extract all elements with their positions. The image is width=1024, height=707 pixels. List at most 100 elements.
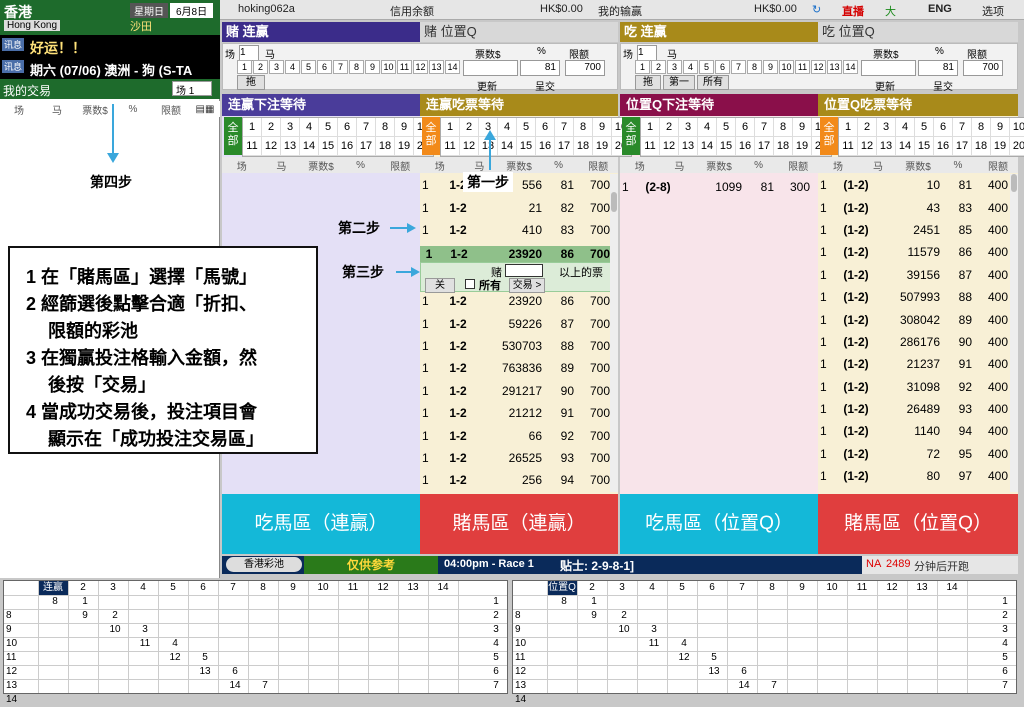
- horse-number-cell[interactable]: 5: [319, 118, 338, 137]
- horse-number-cell[interactable]: 6: [536, 118, 555, 137]
- matrix-cell[interactable]: 9: [579, 609, 609, 623]
- refresh-icon[interactable]: ↻: [812, 3, 821, 16]
- horse-number-cell[interactable]: 2: [460, 118, 479, 137]
- matrix-cell[interactable]: 6: [220, 665, 250, 679]
- horse-number-button[interactable]: 1: [635, 60, 650, 74]
- matrix-cell[interactable]: 5: [190, 651, 220, 665]
- venue[interactable]: 沙田: [130, 18, 152, 34]
- horse-number-cell[interactable]: 19: [395, 137, 414, 156]
- selected-row[interactable]: 1 1-2 23920 86 700: [420, 246, 618, 262]
- horse-number-cell[interactable]: 5: [717, 118, 736, 137]
- matrix-cell[interactable]: 1: [70, 595, 100, 609]
- list-row[interactable]: 1 (1-2) 11579 86 400: [820, 241, 1010, 263]
- bet-place-zone-button[interactable]: 賭馬區（位置Q）: [818, 494, 1018, 554]
- horse-number-cell[interactable]: 6: [736, 118, 755, 137]
- horse-number-cell[interactable]: 9: [593, 118, 612, 137]
- list-row[interactable]: 1 1-2 59226 87 700: [422, 312, 610, 334]
- list-row[interactable]: 1 (1-2) 31098 92 400: [820, 376, 1010, 398]
- matrix-cell[interactable]: 14: [729, 679, 759, 693]
- matrix-cell[interactable]: 12: [669, 651, 699, 665]
- horse-number-cell[interactable]: 2: [262, 118, 281, 137]
- horse-number-button[interactable]: 8: [747, 60, 762, 74]
- horse-number-cell[interactable]: 12: [660, 137, 679, 156]
- horse-number-button[interactable]: 11: [397, 60, 412, 74]
- horse-number-cell[interactable]: 6: [934, 118, 953, 137]
- tab-eat-place[interactable]: 吃 位置Q: [818, 22, 1018, 42]
- list-row[interactable]: 1 1-2 21 82 700: [422, 196, 610, 218]
- matrix-cell[interactable]: 2: [100, 609, 130, 623]
- horse-number-button[interactable]: 13: [429, 60, 444, 74]
- horse-number-cell[interactable]: 16: [536, 137, 555, 156]
- list-row[interactable]: 1 1-2 291217 90 700: [422, 380, 610, 402]
- horse-number-cell[interactable]: 12: [262, 137, 281, 156]
- list-row[interactable]: 1 1-2 410 83 700: [422, 219, 610, 241]
- horse-number-button[interactable]: 2: [651, 60, 666, 74]
- matrix-cell[interactable]: 8: [549, 595, 579, 609]
- horse-number-cell[interactable]: 17: [953, 137, 972, 156]
- horse-number-cell[interactable]: 14: [896, 137, 915, 156]
- matrix-cell[interactable]: 7: [759, 679, 789, 693]
- list-row[interactable]: 1 1-2 21212 91 700: [422, 402, 610, 424]
- horse-number-button[interactable]: 7: [333, 60, 348, 74]
- horse-number-cell[interactable]: 14: [698, 137, 717, 156]
- horse-number-cell[interactable]: 16: [736, 137, 755, 156]
- matrix-cell[interactable]: 12: [160, 651, 190, 665]
- tickets-input[interactable]: [463, 60, 518, 76]
- horse-number-button[interactable]: 4: [683, 60, 698, 74]
- list-row[interactable]: 1 1-2 23920 86 700: [422, 290, 610, 312]
- horse-number-cell[interactable]: 7: [357, 118, 376, 137]
- list-row[interactable]: 1 1-2 530703 88 700: [422, 335, 610, 357]
- horse-number-button[interactable]: 14: [843, 60, 858, 74]
- race-input[interactable]: 1: [239, 45, 259, 61]
- horse-number-button[interactable]: 11: [795, 60, 810, 74]
- horse-number-cell[interactable]: 4: [698, 118, 717, 137]
- list-row[interactable]: 1 (1-2) 2451 85 400: [820, 219, 1010, 241]
- matrix-cell[interactable]: 11: [130, 637, 160, 651]
- horse-number-cell[interactable]: 18: [574, 137, 593, 156]
- horse-number-cell[interactable]: 11: [243, 137, 262, 156]
- horse-number-button[interactable]: 2: [253, 60, 268, 74]
- tab-bet-win[interactable]: 赌 连赢: [222, 22, 420, 42]
- horse-number-cell[interactable]: 13: [281, 137, 300, 156]
- live-button[interactable]: 直播: [842, 3, 864, 19]
- horse-number-cell[interactable]: 15: [717, 137, 736, 156]
- horse-number-button[interactable]: 6: [715, 60, 730, 74]
- list-row[interactable]: 1 (1-2) 43 83 400: [820, 196, 1010, 218]
- all-checkbox[interactable]: [465, 279, 475, 289]
- horse-number-cell[interactable]: 7: [953, 118, 972, 137]
- horse-number-button[interactable]: 1: [237, 60, 252, 74]
- horse-number-cell[interactable]: 3: [679, 118, 698, 137]
- horse-number-cell[interactable]: 1: [839, 118, 858, 137]
- horse-number-cell[interactable]: 9: [991, 118, 1010, 137]
- all-filter-button[interactable]: 全部: [224, 117, 242, 155]
- horse-number-button[interactable]: 14: [445, 60, 460, 74]
- horse-number-button[interactable]: 9: [763, 60, 778, 74]
- matrix-cell[interactable]: 1: [579, 595, 609, 609]
- horse-number-button[interactable]: 12: [413, 60, 428, 74]
- list-row[interactable]: 1 (1-2) 21237 91 400: [820, 353, 1010, 375]
- matrix-cell[interactable]: 5: [699, 651, 729, 665]
- horse-number-button[interactable]: 5: [301, 60, 316, 74]
- horse-number-cell[interactable]: 3: [281, 118, 300, 137]
- all-button[interactable]: 所有: [697, 75, 729, 90]
- horse-number-cell[interactable]: 19: [793, 137, 812, 156]
- horse-number-cell[interactable]: 1: [641, 118, 660, 137]
- horse-number-cell[interactable]: 18: [376, 137, 395, 156]
- race-select[interactable]: 场 1: [172, 81, 212, 97]
- horse-number-cell[interactable]: 17: [555, 137, 574, 156]
- update-button[interactable]: 更新: [477, 78, 497, 93]
- matrix-cell[interactable]: 14: [220, 679, 250, 693]
- matrix-cell[interactable]: 4: [160, 637, 190, 651]
- amount-input[interactable]: [505, 264, 543, 277]
- horse-number-cell[interactable]: 5: [915, 118, 934, 137]
- horse-number-cell[interactable]: 5: [517, 118, 536, 137]
- hkjc-pool-button[interactable]: 香港彩池: [226, 557, 302, 572]
- tab-bet-place[interactable]: 赌 位置Q: [420, 22, 618, 42]
- list-row[interactable]: 1 1-2 763836 89 700: [422, 357, 610, 379]
- matrix-cell[interactable]: 3: [639, 623, 669, 637]
- list-row[interactable]: 1 (1-2) 286176 90 400: [820, 331, 1010, 353]
- matrix-cell[interactable]: 4: [669, 637, 699, 651]
- horse-number-cell[interactable]: 8: [972, 118, 991, 137]
- horse-number-cell[interactable]: 19: [593, 137, 612, 156]
- pct-input[interactable]: 81: [918, 60, 958, 76]
